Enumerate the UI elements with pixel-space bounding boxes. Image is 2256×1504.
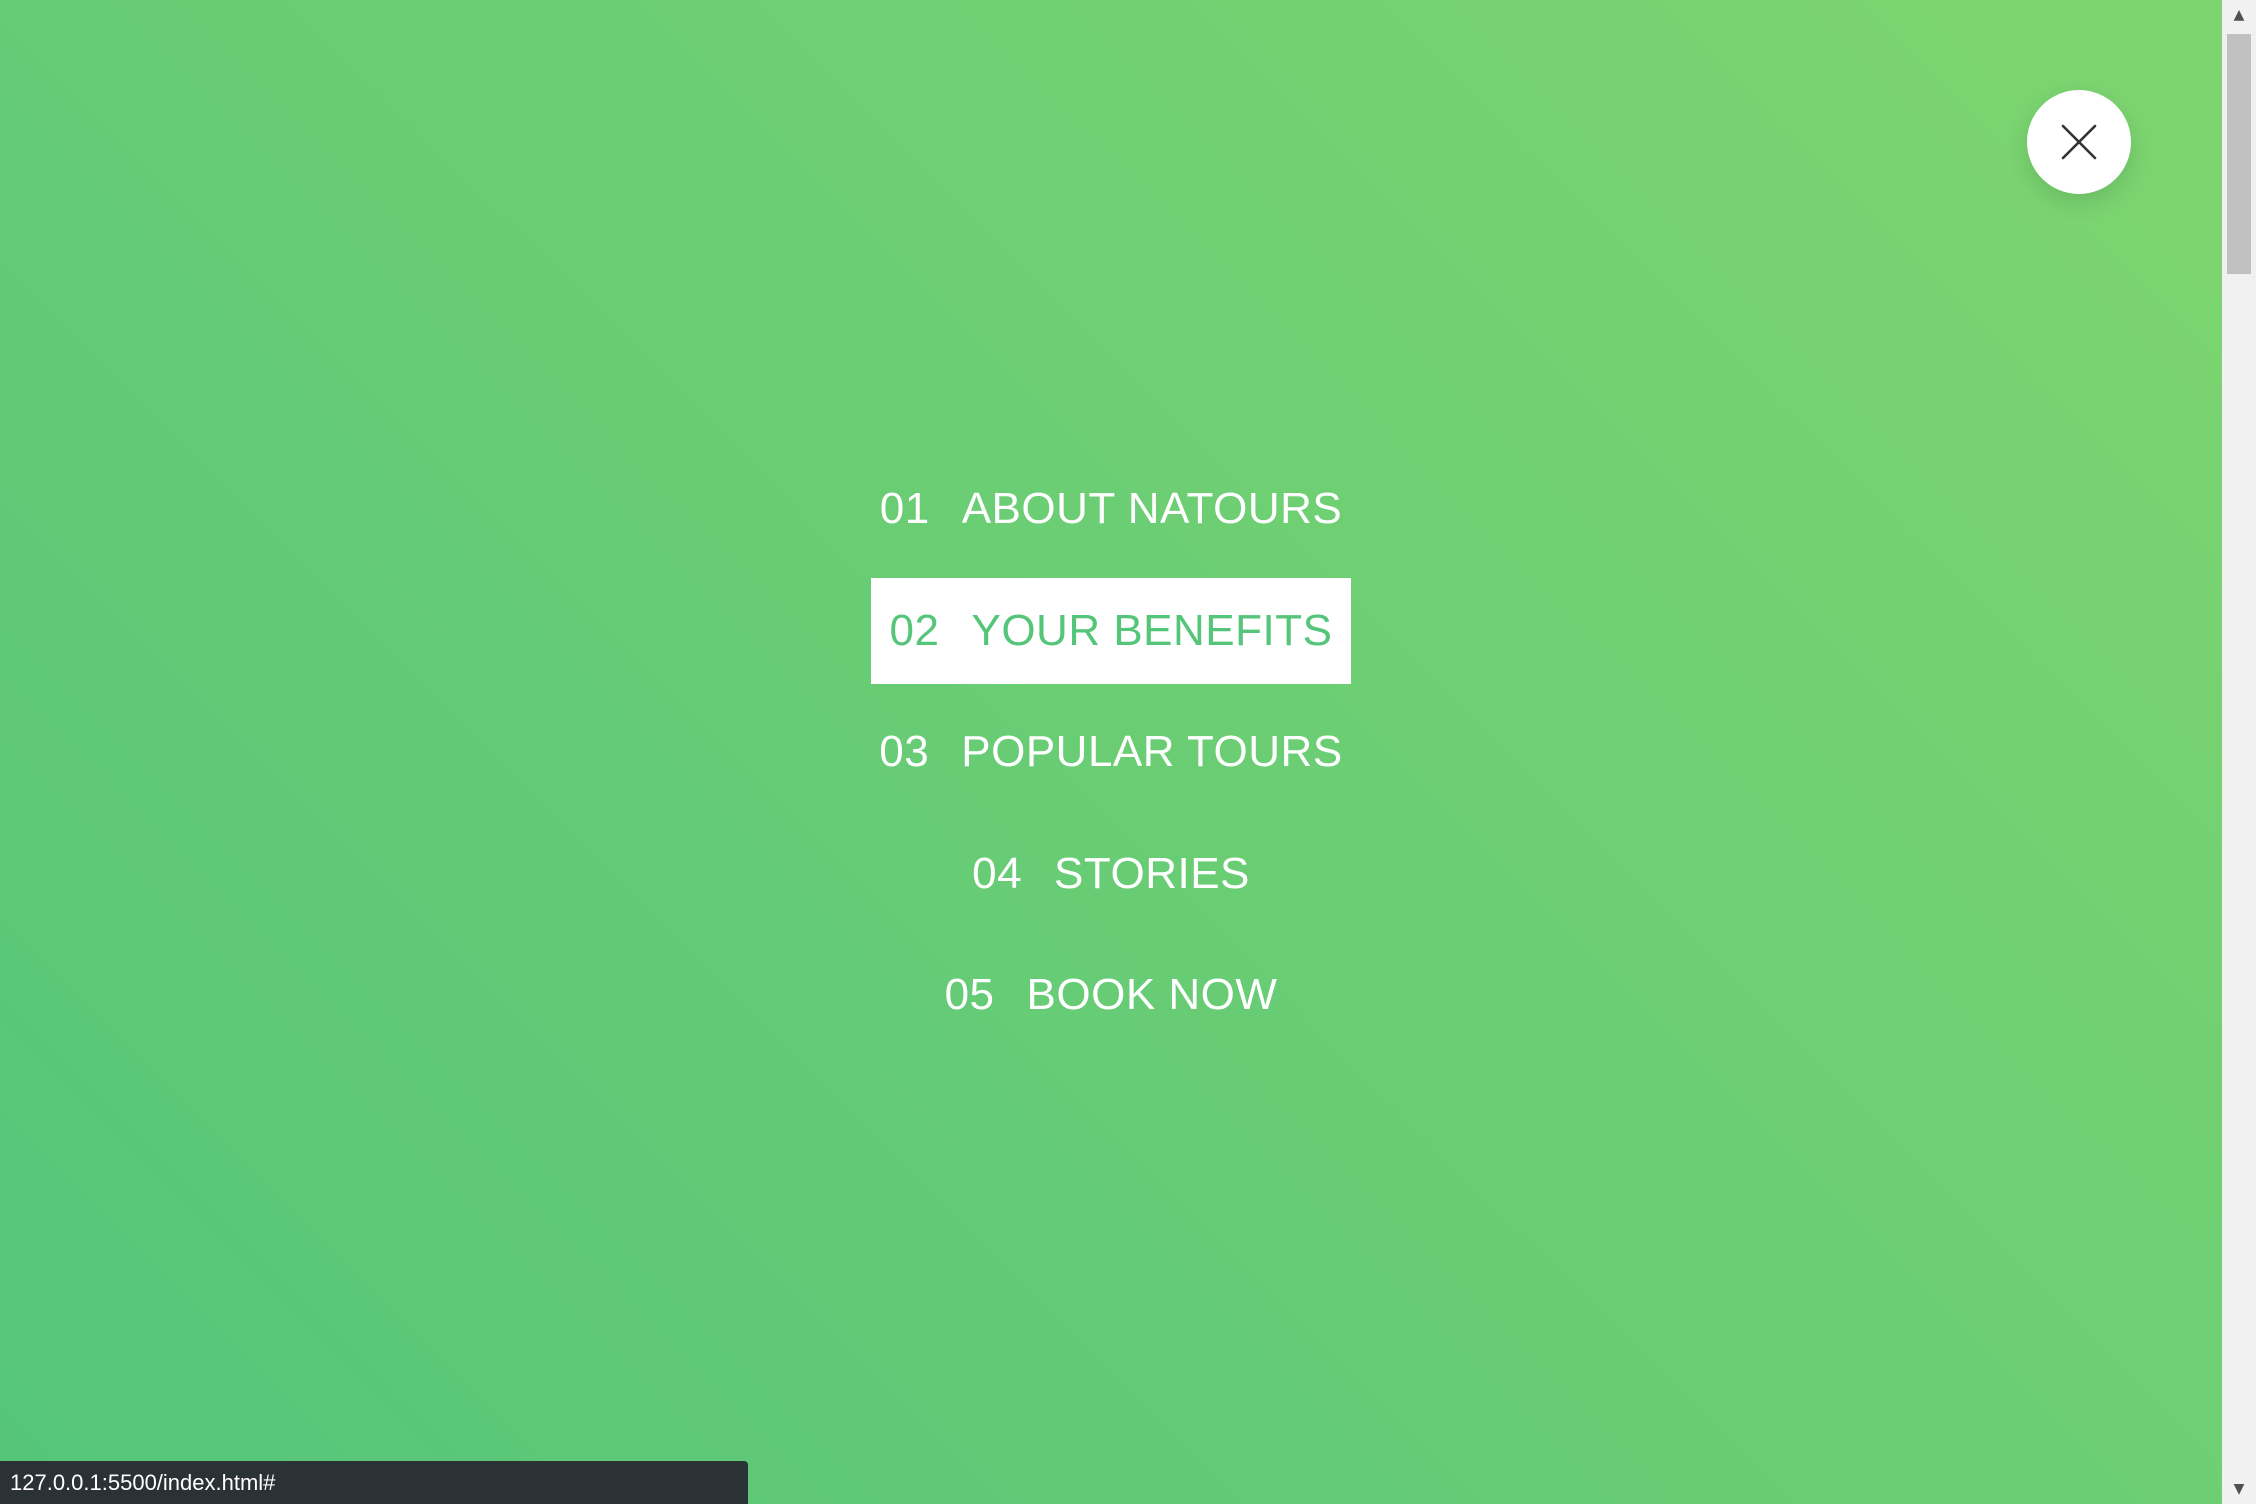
nav-item-label: BOOK NOW (1026, 970, 1278, 1019)
nav-item-number: 01 (879, 484, 930, 533)
navigation-overlay: 01 ABOUT NATOURS 02 YOUR BENEFITS 03 POP… (0, 0, 2222, 1504)
browser-status-bar: 127.0.0.1:5500/index.html# (0, 1461, 748, 1504)
nav-item-about-natours[interactable]: 01 ABOUT NATOURS (850, 456, 1373, 562)
close-navigation-button[interactable] (2027, 90, 2131, 194)
scroll-down-arrow-icon[interactable]: ▼ (2222, 1474, 2256, 1504)
navigation-list: 01 ABOUT NATOURS 02 YOUR BENEFITS 03 POP… (0, 456, 2222, 1064)
nav-item-label: STORIES (1054, 848, 1250, 898)
nav-item-book-now[interactable]: 05 BOOK NOW (915, 942, 1308, 1048)
scroll-up-arrow-icon[interactable]: ▲ (2222, 0, 2256, 30)
nav-item-label: YOUR BENEFITS (971, 605, 1333, 655)
nav-item-number: 04 (972, 848, 1023, 898)
nav-item-popular-tours[interactable]: 03 POPULAR TOURS (849, 699, 1372, 805)
status-url: 127.0.0.1:5500/index.html# (10, 1469, 276, 1495)
nav-item-stories[interactable]: 04 STORIES (942, 821, 1280, 927)
vertical-scrollbar[interactable]: ▲ ▼ (2222, 0, 2256, 1504)
scrollbar-thumb[interactable] (2227, 34, 2251, 274)
nav-item-number: 02 (889, 605, 940, 655)
nav-item-number: 05 (944, 970, 995, 1019)
nav-item-your-benefits[interactable]: 02 YOUR BENEFITS (871, 577, 1351, 684)
nav-item-label: POPULAR TOURS (961, 727, 1343, 776)
close-icon (2061, 124, 2097, 160)
nav-item-label: ABOUT NATOURS (961, 484, 1343, 533)
nav-item-number: 03 (879, 727, 930, 776)
